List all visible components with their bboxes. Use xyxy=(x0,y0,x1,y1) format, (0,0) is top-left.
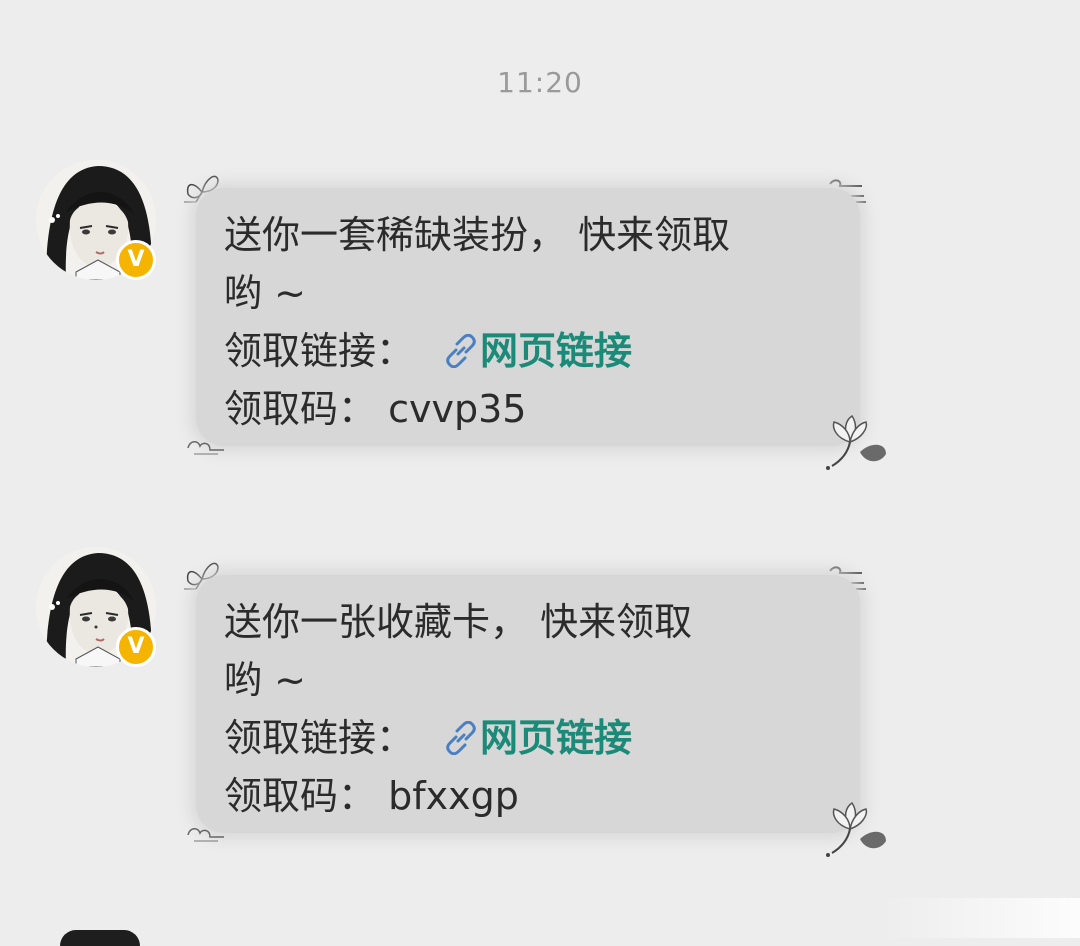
code-prefix-label: 领取码： xyxy=(224,774,377,818)
lotus-icon xyxy=(826,801,886,857)
cloud-icon xyxy=(187,828,224,842)
verified-badge-icon: V xyxy=(116,627,156,667)
chat-message: V 送你一套稀缺装扮， 快来领取 哟 ~ 领取链接： 网页链接 领取码： cvvp… xyxy=(0,160,1080,490)
chat-message: V 送你一张收藏卡， 快来领取 哟 ~ 领取链接： 网页链接 领取码： bfxxg… xyxy=(0,547,1080,877)
lotus-icon xyxy=(826,414,886,470)
message-line: 送你一张收藏卡， 快来领取 xyxy=(224,600,693,644)
web-page-link[interactable]: 网页链接 xyxy=(480,329,632,373)
sender-avatar[interactable] xyxy=(60,930,140,946)
redeem-code[interactable]: cvvp35 xyxy=(388,387,526,431)
message-bubble[interactable]: 送你一张收藏卡， 快来领取 哟 ~ 领取链接： 网页链接 领取码： bfxxgp xyxy=(196,575,860,833)
message-line: 哟 ~ xyxy=(224,271,306,315)
code-prefix-label: 领取码： xyxy=(224,387,377,431)
link-icon xyxy=(446,334,476,368)
code-row: 领取码： cvvp35 xyxy=(224,380,834,438)
code-row: 领取码： bfxxgp xyxy=(224,767,834,825)
message-bubble[interactable]: 送你一套稀缺装扮， 快来领取 哟 ~ 领取链接： 网页链接 领取码： cvvp35 xyxy=(196,188,860,446)
message-line: 哟 ~ xyxy=(224,658,306,702)
message-text: 送你一张收藏卡， 快来领取 哟 ~ 领取链接： 网页链接 领取码： bfxxgp xyxy=(224,593,834,825)
link-prefix-label: 领取链接： xyxy=(224,716,415,760)
link-row: 领取链接： 网页链接 xyxy=(224,322,834,380)
scroll-fade xyxy=(880,898,1080,938)
message-timestamp: 11:20 xyxy=(497,66,583,99)
cloud-icon xyxy=(187,441,224,455)
link-icon xyxy=(446,721,476,755)
redeem-code[interactable]: bfxxgp xyxy=(388,774,519,818)
message-line: 送你一套稀缺装扮， 快来领取 xyxy=(224,213,731,257)
message-text: 送你一套稀缺装扮， 快来领取 哟 ~ 领取链接： 网页链接 领取码： cvvp35 xyxy=(224,206,834,438)
link-row: 领取链接： 网页链接 xyxy=(224,709,834,767)
link-prefix-label: 领取链接： xyxy=(224,329,415,373)
verified-badge-icon: V xyxy=(116,240,156,280)
web-page-link[interactable]: 网页链接 xyxy=(480,716,632,760)
